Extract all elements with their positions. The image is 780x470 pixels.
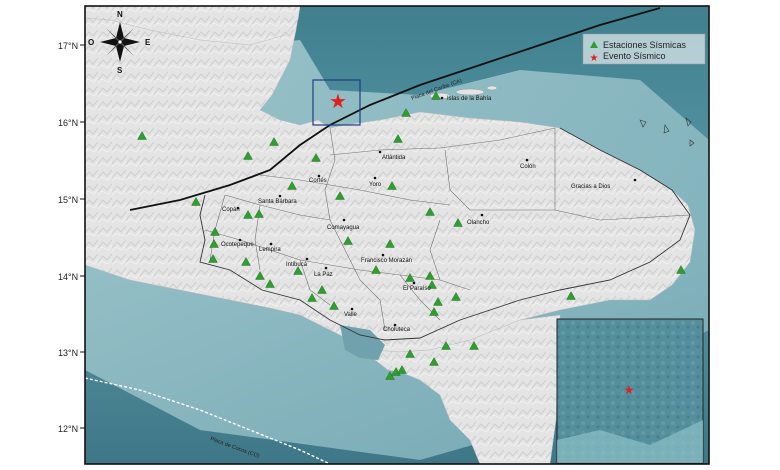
label-yoro: Yoro bbox=[369, 182, 382, 188]
label-francisco-morazan: Francisco Morazán bbox=[361, 258, 412, 264]
legend-stations-label: Estaciones Sísmicas bbox=[603, 40, 687, 50]
label-el-paraiso: El Paraíso bbox=[403, 286, 431, 292]
label-olancho: Olancho bbox=[467, 220, 490, 226]
compass-rose bbox=[100, 22, 140, 62]
city-dot bbox=[305, 257, 309, 261]
label-intibuca: Intibucá bbox=[286, 262, 308, 268]
legend-event-icon: ★ bbox=[590, 53, 599, 64]
city-dot bbox=[342, 218, 346, 222]
label-gracias: Gracias a Dios bbox=[571, 184, 610, 190]
compass-s: S bbox=[117, 66, 123, 75]
label-comayagua: Comayagua bbox=[327, 225, 360, 231]
city-dot bbox=[278, 194, 282, 198]
city-dot bbox=[480, 213, 484, 217]
city-dot bbox=[373, 176, 377, 180]
city-dot bbox=[238, 238, 242, 242]
label-copan: Copán bbox=[222, 207, 240, 213]
label-la-paz: La Paz bbox=[314, 272, 333, 278]
label-santa-barbara: Santa Bárbara bbox=[258, 199, 297, 205]
city-dot bbox=[393, 323, 397, 327]
inset-event-star: ★ bbox=[624, 383, 635, 397]
label-choluteca: Choluteca bbox=[383, 327, 411, 333]
event-star: ★ bbox=[329, 89, 347, 113]
compass-e: E bbox=[145, 38, 151, 47]
lat-17: 17°N bbox=[58, 41, 78, 51]
seismic-map: ★ ★ Islas de la Bahía Atlántida Colón Gr… bbox=[58, 5, 710, 465]
city-dot bbox=[317, 174, 321, 178]
label-lempira: Lempira bbox=[259, 247, 281, 253]
city-dot bbox=[440, 96, 444, 100]
label-valle: Valle bbox=[344, 312, 358, 318]
city-dot bbox=[350, 307, 354, 311]
city-dot bbox=[525, 158, 529, 162]
lat-13: 13°N bbox=[58, 348, 78, 358]
city-dot bbox=[378, 150, 382, 154]
compass-n: N bbox=[117, 10, 123, 19]
city-dot bbox=[269, 242, 273, 246]
label-cortes: Cortés bbox=[309, 178, 327, 184]
lat-15: 15°N bbox=[58, 195, 78, 205]
lat-16: 16°N bbox=[58, 118, 78, 128]
lat-12: 12°N bbox=[58, 424, 78, 434]
label-ocotepeque: Ocotepeque bbox=[221, 242, 254, 248]
label-islas: Islas de la Bahía bbox=[447, 96, 492, 102]
city-dot bbox=[381, 253, 385, 257]
legend-event-label: Evento Sísmico bbox=[603, 51, 666, 61]
city-dot bbox=[412, 281, 416, 285]
compass-o: O bbox=[88, 38, 94, 47]
label-atlantida: Atlántida bbox=[382, 155, 406, 161]
city-dot bbox=[633, 178, 637, 182]
label-colon: Colón bbox=[520, 164, 536, 170]
lat-14: 14°N bbox=[58, 272, 78, 282]
city-dot bbox=[324, 266, 328, 270]
